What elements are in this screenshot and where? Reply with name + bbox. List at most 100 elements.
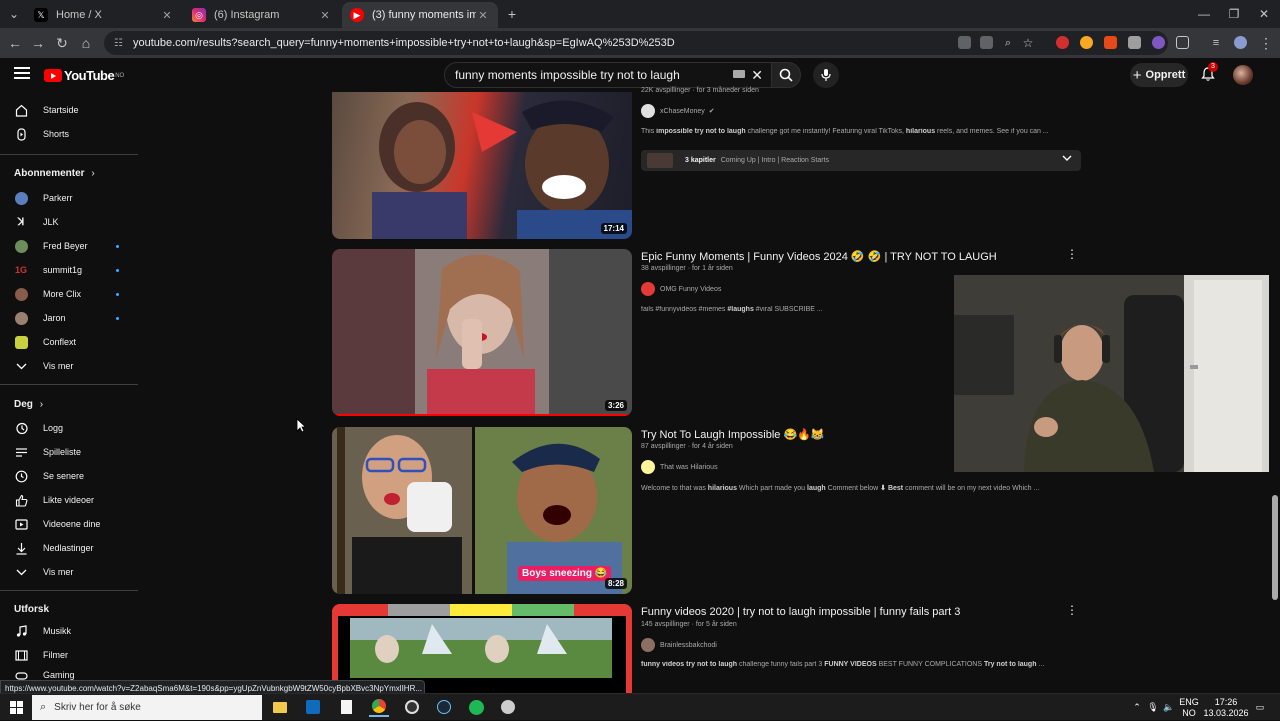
minimize-button[interactable]: —: [1196, 0, 1212, 28]
back-button[interactable]: ←: [5, 28, 25, 58]
sidebar-item-watch-later[interactable]: Se senere: [0, 464, 138, 488]
sidebar-channel-parkerr[interactable]: Parkerr: [0, 186, 138, 210]
sidebar-show-more[interactable]: Vis mer: [0, 354, 138, 378]
notifications-button[interactable]: 3: [1200, 62, 1218, 84]
site-info-icon[interactable]: ☷: [114, 38, 123, 49]
sidebar-item-history[interactable]: Logg: [0, 416, 138, 440]
chapters-bar[interactable]: 3 kapitler Coming Up | Intro | Reaction …: [641, 150, 1081, 171]
extension-icon[interactable]: [1080, 36, 1093, 49]
taskbar-search-input[interactable]: ⌕ Skriv her for å søke: [32, 695, 262, 720]
profile-icon[interactable]: [1234, 36, 1247, 49]
tab-search-icon[interactable]: ⌄: [6, 0, 22, 28]
notepad-icon[interactable]: [336, 697, 356, 717]
keyboard-icon[interactable]: [733, 70, 745, 78]
extension-icon[interactable]: [1104, 36, 1117, 49]
tab-youtube[interactable]: ▶ (3) funny moments impossible ✕: [342, 2, 498, 28]
video-thumbnail[interactable]: 17:14: [332, 92, 632, 239]
search-button[interactable]: [771, 62, 801, 88]
more-actions-icon[interactable]: ⋮: [1066, 248, 1078, 260]
subscriptions-heading[interactable]: Abonnementer ›: [14, 168, 95, 179]
channel-link[interactable]: Brainlessbakchodi: [641, 638, 717, 652]
zoom-icon[interactable]: ⌕: [998, 28, 1018, 58]
video-title[interactable]: Try Not To Laugh Impossible 😂🔥😹: [641, 428, 825, 441]
bookmark-star-icon[interactable]: ☆: [1018, 28, 1038, 58]
sidebar-item-home[interactable]: Startside: [0, 98, 138, 122]
you-heading[interactable]: Deg ›: [14, 399, 43, 410]
video-title[interactable]: Epic Funny Moments | Funny Videos 2024 🤣…: [641, 250, 997, 263]
sidebar-item-label: Filmer: [43, 650, 68, 660]
sidebar-item-downloads[interactable]: Nedlastinger: [0, 536, 138, 560]
search-icon: [779, 68, 793, 82]
sidebar-channel-more-clix[interactable]: More Clix: [0, 282, 138, 306]
windows-start-icon[interactable]: [6, 697, 26, 717]
extensions-puzzle-icon[interactable]: [1176, 36, 1189, 49]
chevron-down-icon: [1062, 155, 1072, 164]
forward-button[interactable]: →: [28, 28, 48, 58]
media-controls-icon[interactable]: ≡: [1206, 28, 1226, 58]
restore-button[interactable]: ❐: [1226, 0, 1242, 28]
sidebar-item-liked-videos[interactable]: Likte videoer: [0, 488, 138, 512]
chapter-thumbnail: [647, 153, 673, 168]
account-avatar[interactable]: [1233, 65, 1253, 85]
sidebar-item-label: Musikk: [43, 626, 72, 636]
sidebar-item-music[interactable]: Musikk: [0, 619, 138, 643]
clear-search-icon[interactable]: ✕: [751, 67, 763, 84]
create-button[interactable]: + Opprett: [1130, 63, 1188, 87]
webcam-overlay: [954, 275, 1269, 472]
app-icon[interactable]: [498, 697, 518, 717]
speaker-icon[interactable]: 🔈: [1162, 694, 1176, 721]
channel-link[interactable]: xChaseMoney ✔: [641, 104, 715, 118]
tab-x[interactable]: 𝕏 Home / X ✕: [26, 2, 182, 28]
chevron-down-icon: [14, 359, 28, 373]
sidebar-channel-summit1g[interactable]: 1G summit1g: [0, 258, 138, 282]
sidebar-item-movies[interactable]: Filmer: [0, 643, 138, 667]
download-icon: [14, 541, 28, 555]
youtube-logo[interactable]: YouTube NO: [44, 68, 124, 83]
language-indicator[interactable]: ENG NO: [1176, 694, 1202, 721]
desc-text: #viral SUBSCRIBE ...: [753, 306, 823, 313]
hamburger-menu-icon[interactable]: [14, 67, 30, 79]
sidebar-item-playlists[interactable]: Spilleliste: [0, 440, 138, 464]
scrollbar-thumb[interactable]: [1272, 495, 1278, 600]
outlook-icon[interactable]: [303, 697, 323, 717]
close-icon[interactable]: ✕: [476, 9, 490, 22]
sidebar-show-more-2[interactable]: Vis mer: [0, 560, 138, 584]
microphone-icon[interactable]: 🎙: [1146, 694, 1160, 721]
browser-menu-icon[interactable]: ⋮: [1256, 28, 1276, 58]
search-input[interactable]: funny moments impossible try not to laug…: [444, 62, 772, 88]
channel-link[interactable]: That was Hilarious: [641, 460, 718, 474]
extension-icon[interactable]: [1128, 36, 1141, 49]
obs-icon[interactable]: [402, 697, 422, 717]
extension-icon[interactable]: [1152, 36, 1165, 49]
sidebar-channel-jlk[interactable]: ꓘ JLK: [0, 210, 138, 234]
sidebar-item-your-videos[interactable]: Videoene dine: [0, 512, 138, 536]
close-window-button[interactable]: ✕: [1256, 0, 1272, 28]
spotify-icon[interactable]: [466, 697, 486, 717]
video-thumbnail[interactable]: Boys sneezing 😂 8:28: [332, 427, 632, 594]
chevron-up-icon[interactable]: ⌃: [1130, 694, 1144, 721]
notification-center-icon[interactable]: ▭: [1252, 694, 1268, 721]
voice-search-button[interactable]: [813, 62, 839, 88]
steam-icon[interactable]: [434, 697, 454, 717]
tab-instagram[interactable]: ◎ (6) Instagram ✕: [184, 2, 340, 28]
cast-icon[interactable]: [980, 36, 993, 49]
close-icon[interactable]: ✕: [318, 9, 332, 22]
chrome-icon[interactable]: [369, 697, 389, 717]
new-tab-button[interactable]: +: [504, 0, 520, 28]
video-title[interactable]: Funny videos 2020 | try not to laugh imp…: [641, 606, 960, 618]
sidebar-channel-jaron[interactable]: Jaron: [0, 306, 138, 330]
sidebar-channel-fred-beyer[interactable]: Fred Beyer: [0, 234, 138, 258]
sidebar-channel-conflext[interactable]: Conflext: [0, 330, 138, 354]
channel-link[interactable]: OMG Funny Videos: [641, 282, 721, 296]
close-icon[interactable]: ✕: [160, 9, 174, 22]
file-explorer-icon[interactable]: [270, 697, 290, 717]
adblock-extension-icon[interactable]: [1056, 36, 1069, 49]
translate-icon[interactable]: [958, 36, 971, 49]
reload-button[interactable]: ↻: [52, 28, 72, 58]
sidebar-item-label: Likte videoer: [43, 495, 95, 505]
video-thumbnail[interactable]: 3:26: [332, 249, 632, 416]
clock[interactable]: 17:26 13.03.2026: [1202, 694, 1250, 721]
home-button[interactable]: ⌂: [76, 28, 96, 58]
more-actions-icon[interactable]: ⋮: [1066, 604, 1078, 616]
sidebar-item-shorts[interactable]: Shorts: [0, 122, 138, 146]
